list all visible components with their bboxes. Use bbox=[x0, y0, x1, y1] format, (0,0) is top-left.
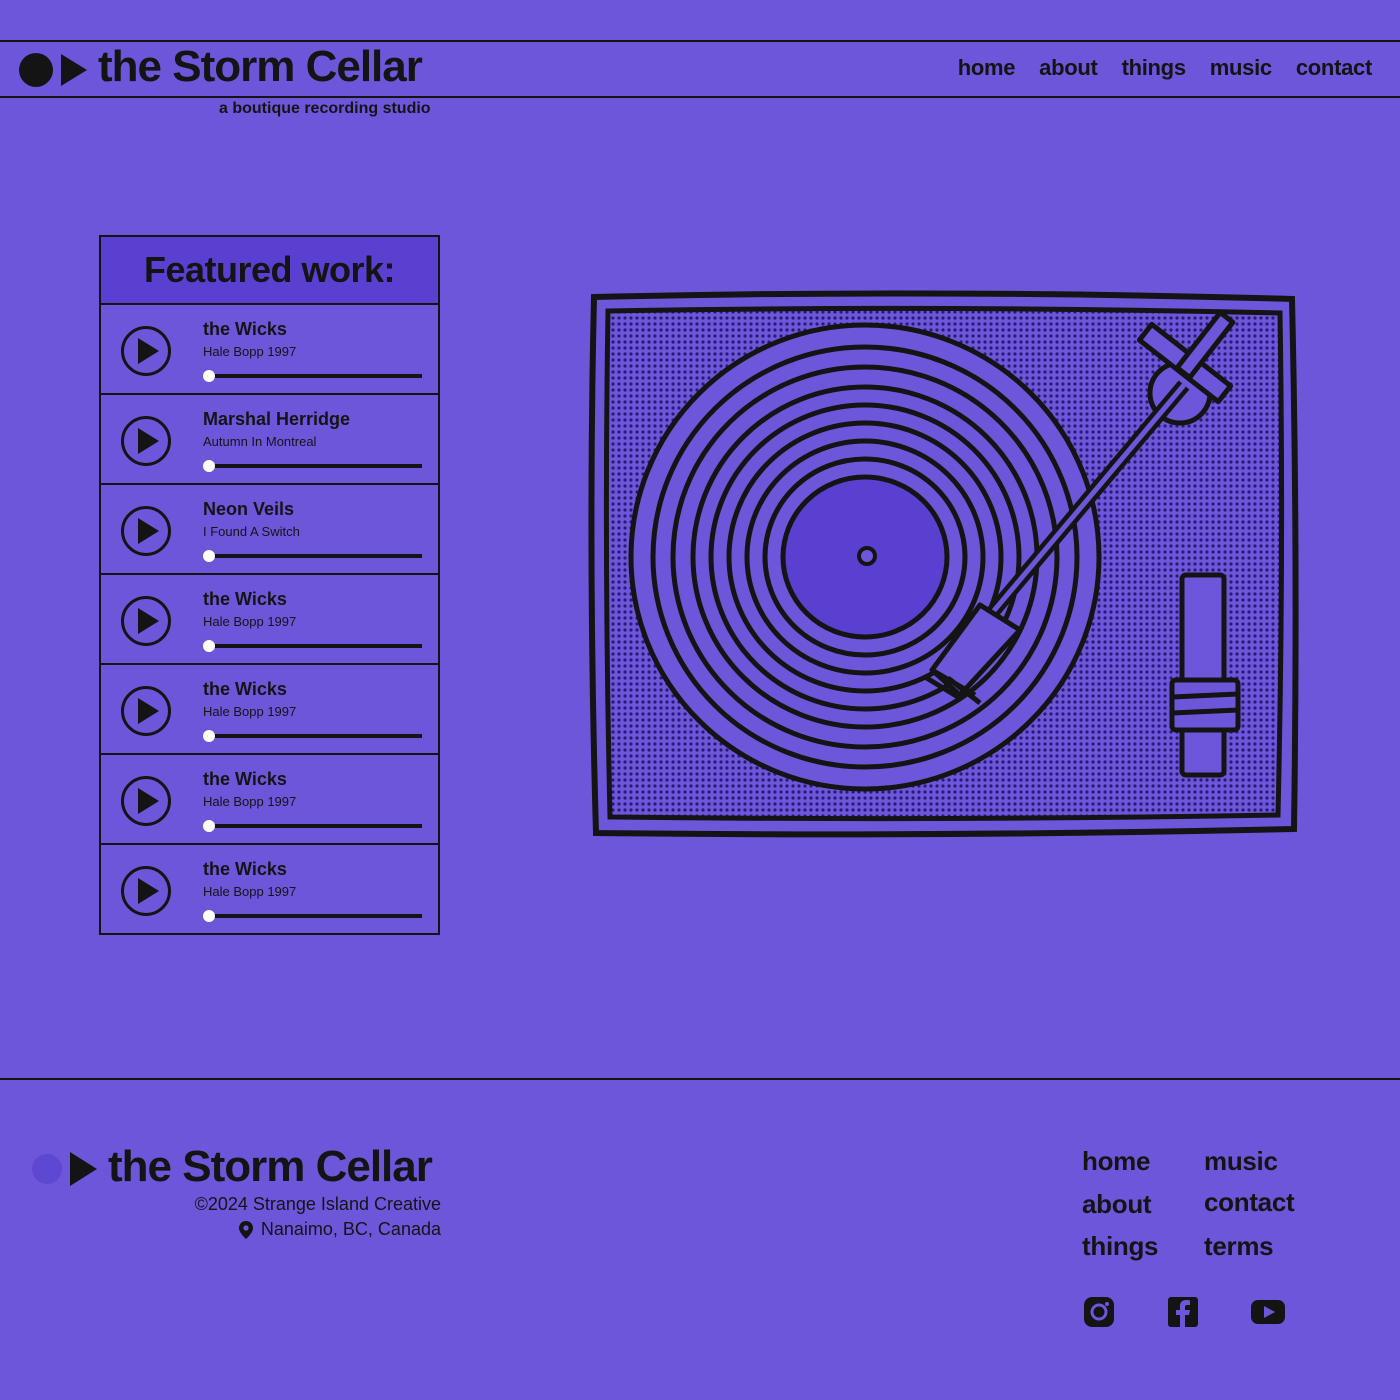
map-pin-icon bbox=[238, 1220, 253, 1239]
track-title: Hale Bopp 1997 bbox=[203, 704, 297, 719]
play-triangle-icon bbox=[61, 54, 87, 86]
track-title: Hale Bopp 1997 bbox=[203, 344, 297, 359]
progress-knob[interactable] bbox=[203, 820, 215, 832]
nav-home[interactable]: home bbox=[958, 55, 1016, 81]
youtube-icon[interactable] bbox=[1250, 1294, 1286, 1330]
vinyl-record-icon bbox=[628, 322, 1102, 792]
featured-title: Featured work: bbox=[143, 249, 396, 290]
track-item: the Wicks Hale Bopp 1997 bbox=[101, 665, 438, 755]
track-artist: the Wicks bbox=[203, 679, 287, 699]
progress-bar[interactable] bbox=[203, 460, 422, 472]
progress-knob[interactable] bbox=[203, 550, 215, 562]
site-title[interactable]: the Storm Cellar bbox=[98, 42, 423, 92]
track-item: the Wicks Hale Bopp 1997 bbox=[101, 305, 438, 395]
footer-site-title[interactable]: the Storm Cellar bbox=[108, 1142, 433, 1192]
track-item: the Wicks Hale Bopp 1997 bbox=[101, 845, 438, 933]
track-item: Neon Veils I Found A Switch bbox=[101, 485, 438, 575]
record-dot-icon bbox=[32, 1154, 62, 1184]
site-tagline: a boutique recording studio bbox=[219, 100, 431, 117]
nav-contact[interactable]: contact bbox=[1296, 55, 1372, 81]
track-title: Hale Bopp 1997 bbox=[203, 614, 297, 629]
nav-things[interactable]: things bbox=[1122, 55, 1187, 81]
logo-mark[interactable] bbox=[19, 53, 87, 87]
track-title: Autumn In Montreal bbox=[203, 434, 317, 449]
progress-knob[interactable] bbox=[203, 730, 215, 742]
track-title: Hale Bopp 1997 bbox=[203, 794, 297, 809]
track-artist: the Wicks bbox=[203, 769, 287, 789]
footer-logo-mark[interactable] bbox=[32, 1152, 97, 1186]
footer-link-music[interactable]: music bbox=[1204, 1146, 1278, 1177]
track-artist: Neon Veils bbox=[203, 499, 295, 519]
play-button[interactable] bbox=[121, 596, 171, 646]
play-button[interactable] bbox=[121, 416, 171, 466]
play-triangle-icon bbox=[70, 1152, 97, 1186]
nav-about[interactable]: about bbox=[1039, 55, 1098, 81]
progress-knob[interactable] bbox=[203, 370, 215, 382]
play-button[interactable] bbox=[121, 776, 171, 826]
turntable-illustration bbox=[588, 290, 1299, 838]
progress-bar[interactable] bbox=[203, 820, 422, 832]
footer-link-terms[interactable]: terms bbox=[1204, 1231, 1274, 1262]
copyright-text: ©2024 Strange Island Creative bbox=[194, 1194, 441, 1214]
progress-bar[interactable] bbox=[203, 730, 422, 742]
footer-link-about[interactable]: about bbox=[1082, 1189, 1152, 1220]
facebook-icon[interactable] bbox=[1165, 1294, 1201, 1330]
location: Nanaimo, BC, Canada bbox=[238, 1219, 441, 1240]
track-item: Marshal Herridge Autumn In Montreal bbox=[101, 395, 438, 485]
featured-header: Featured work: bbox=[101, 237, 438, 305]
instagram-icon[interactable] bbox=[1081, 1294, 1117, 1330]
track-artist: Marshal Herridge bbox=[203, 409, 351, 429]
footer-link-contact[interactable]: contact bbox=[1204, 1187, 1295, 1218]
track-item: the Wicks Hale Bopp 1997 bbox=[101, 755, 438, 845]
track-list: the Wicks Hale Bopp 1997 Marshal Herridge A… bbox=[101, 305, 438, 933]
progress-knob[interactable] bbox=[203, 640, 215, 652]
progress-bar[interactable] bbox=[203, 370, 422, 382]
featured-work-panel: Featured work: the Wicks Hale Bopp 1997 Ma… bbox=[99, 235, 440, 935]
header-bottom-rule bbox=[0, 96, 1400, 98]
track-artist: the Wicks bbox=[203, 589, 287, 609]
play-button[interactable] bbox=[121, 866, 171, 916]
play-button[interactable] bbox=[121, 506, 171, 556]
track-artist: the Wicks bbox=[203, 319, 287, 339]
record-dot-icon bbox=[19, 53, 53, 87]
main-nav: home about things music contact bbox=[958, 55, 1373, 81]
play-button[interactable] bbox=[121, 686, 171, 736]
progress-bar[interactable] bbox=[203, 550, 422, 562]
location-text: Nanaimo, BC, Canada bbox=[260, 1219, 441, 1239]
track-item: the Wicks Hale Bopp 1997 bbox=[101, 575, 438, 665]
footer-top-rule bbox=[0, 1078, 1400, 1080]
progress-knob[interactable] bbox=[203, 460, 215, 472]
track-artist: the Wicks bbox=[203, 859, 287, 879]
track-title: Hale Bopp 1997 bbox=[203, 884, 297, 899]
progress-knob[interactable] bbox=[203, 910, 215, 922]
track-title: I Found A Switch bbox=[203, 524, 300, 539]
progress-bar[interactable] bbox=[203, 640, 422, 652]
nav-music[interactable]: music bbox=[1210, 55, 1272, 81]
footer-link-things[interactable]: things bbox=[1082, 1231, 1158, 1262]
play-button[interactable] bbox=[121, 326, 171, 376]
progress-bar[interactable] bbox=[203, 910, 422, 922]
footer-link-home[interactable]: home bbox=[1082, 1146, 1150, 1177]
